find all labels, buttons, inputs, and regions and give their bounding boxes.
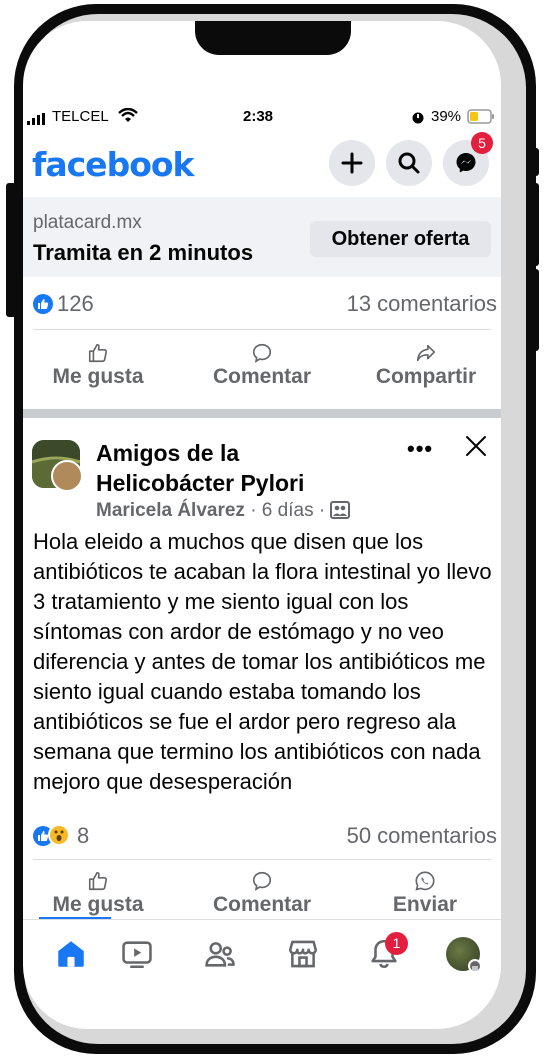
hide-post-button[interactable] [464, 434, 488, 463]
more-options-button[interactable]: ••• [407, 436, 433, 462]
author-name[interactable]: Maricela Álvarez [96, 500, 245, 521]
post-comment-count[interactable]: 50 comentarios [347, 823, 497, 849]
app-header: facebook 5 [23, 132, 501, 197]
post-like-label: Me gusta [52, 893, 144, 916]
share-icon [416, 344, 436, 362]
close-icon [466, 436, 486, 456]
post-comment-button[interactable]: Comentar [206, 865, 318, 923]
post-action-bar: Me gusta Comentar Enviar [23, 865, 501, 923]
comment-icon [252, 343, 272, 363]
ad-share-button[interactable]: Compartir [369, 337, 483, 395]
bottom-nav: 1 [23, 917, 501, 987]
comment-icon [252, 871, 272, 891]
side-button-right-3 [529, 269, 539, 351]
post-meta: Maricela Álvarez · 6 días · [96, 500, 351, 525]
clock-label: 2:38 [243, 108, 274, 125]
battery-label: 39% [431, 108, 462, 125]
carrier-label: TELCEL [52, 108, 109, 125]
search-button[interactable] [386, 140, 432, 186]
menu-icon [468, 959, 482, 973]
tab-profile[interactable] [446, 937, 486, 977]
alarm-icon [411, 110, 425, 128]
feed-separator [23, 409, 501, 418]
ad-tagline: Tramita en 2 minutos [33, 240, 254, 265]
plus-icon [341, 152, 363, 174]
ad-like-label: Me gusta [52, 365, 144, 388]
post-reaction-count[interactable]: 8 [77, 823, 89, 849]
side-button-right-2 [529, 183, 539, 266]
post-send-button[interactable]: Enviar [385, 865, 465, 923]
whatsapp-icon [415, 871, 435, 891]
side-button-left-1 [6, 183, 16, 317]
sponsored-link-card[interactable]: platacard.mx Tramita en 2 minutos Obtene… [23, 197, 501, 277]
search-icon [398, 152, 420, 174]
tab-video[interactable] [120, 937, 160, 977]
wow-reaction-icon [48, 824, 70, 846]
post-text: Hola eleido a muchos que disen que los a… [33, 529, 492, 794]
post-comment-label: Comentar [212, 893, 312, 916]
tab-marketplace[interactable] [286, 937, 326, 977]
ad-action-bar: Me gusta Comentar Compartir [23, 337, 501, 395]
get-offer-button[interactable]: Obtener oferta [310, 221, 491, 257]
thumbs-up-icon [88, 343, 108, 363]
author-avatar[interactable] [51, 460, 83, 492]
signal-icon [27, 112, 47, 129]
marketplace-icon [288, 940, 318, 968]
nav-divider [23, 919, 501, 920]
post-send-label: Enviar [392, 893, 458, 916]
messenger-icon [456, 153, 476, 173]
notch [195, 21, 351, 55]
ad-share-label: Compartir [375, 365, 477, 388]
app-screen: TELCEL 2:38 39% facebook 5 platacard.mx … [23, 21, 501, 1029]
status-bar: TELCEL 2:38 39% [23, 103, 501, 131]
post-time[interactable]: · 6 días · [245, 500, 331, 521]
audience-icon [330, 501, 351, 525]
messenger-button[interactable]: 5 [443, 132, 493, 186]
thumbs-up-icon [88, 871, 108, 891]
home-icon [58, 941, 84, 967]
divider [33, 859, 491, 860]
side-button-right-1 [529, 148, 539, 176]
ad-reaction-count[interactable]: 126 [57, 291, 94, 317]
ad-comment-button[interactable]: Comentar [206, 337, 318, 395]
tab-home[interactable] [54, 937, 94, 977]
create-button[interactable] [329, 140, 375, 186]
messenger-badge: 5 [471, 132, 493, 154]
notifications-badge: 1 [385, 932, 408, 955]
friends-icon [205, 942, 235, 967]
ad-like-button[interactable]: Me gusta [46, 337, 150, 395]
ad-comment-label: Comentar [212, 365, 312, 388]
like-reaction-icon [33, 294, 53, 314]
tab-notifications[interactable]: 1 [367, 932, 408, 977]
divider [33, 329, 491, 330]
post-like-button[interactable]: Me gusta [46, 865, 150, 923]
wifi-icon [118, 107, 138, 128]
ad-reaction-stats: 126 13 comentarios [23, 284, 501, 324]
tab-friends[interactable] [203, 937, 243, 977]
ad-comment-count[interactable]: 13 comentarios [347, 291, 497, 317]
facebook-logo[interactable]: facebook [32, 145, 194, 184]
post-header: Amigos de la Helicobácter Pylori ••• Mar… [23, 418, 501, 528]
battery-icon [467, 109, 495, 128]
post-reaction-stats: 8 50 comentarios [23, 816, 501, 856]
ad-domain: platacard.mx [33, 212, 142, 233]
group-name[interactable]: Amigos de la Helicobácter Pylori [96, 438, 376, 498]
video-icon [122, 941, 152, 969]
